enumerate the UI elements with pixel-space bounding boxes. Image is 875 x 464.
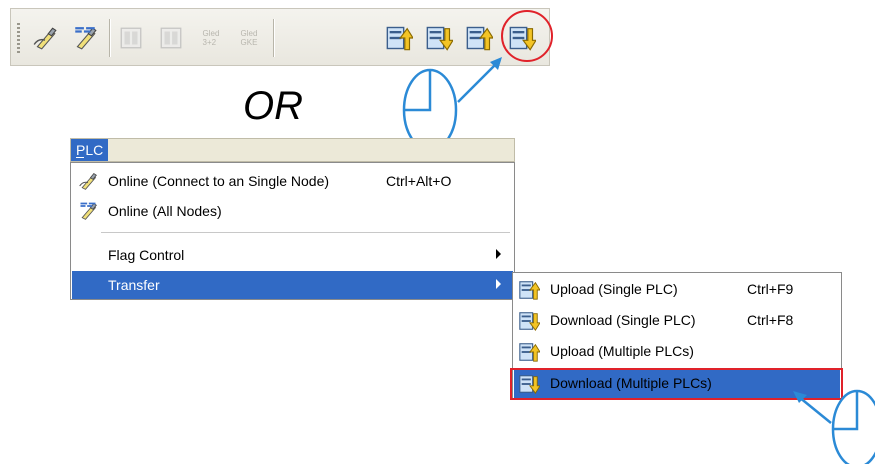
menu-item-label: Online (Connect to an Single Node) <box>108 173 330 189</box>
ghost-text: Gled <box>202 29 220 38</box>
ghost-text: Gled <box>240 29 258 38</box>
online-all-nodes-icon <box>72 25 98 51</box>
menu-item-online-all-nodes[interactable]: Online (All Nodes) <box>72 197 513 225</box>
submenu-item-label: Download (Single PLC) <box>550 312 696 328</box>
upload-single-plc-button[interactable] <box>383 22 415 54</box>
submenu-item-shortcut: Ctrl+F9 <box>747 281 794 297</box>
upload-multiple-plcs-button[interactable] <box>463 22 495 54</box>
plc-menu: Online (Connect to an Single Node) Ctrl+… <box>70 162 515 300</box>
upload-single-plc-icon <box>518 279 540 301</box>
upload-single-plc-icon <box>385 24 413 52</box>
online-all-nodes-button[interactable] <box>69 22 101 54</box>
mnemonic-underline <box>76 157 84 158</box>
ghost-text: GKE <box>240 38 258 47</box>
online-single-node-icon <box>78 171 98 191</box>
submenu-item-upload-single-plc[interactable]: Upload (Single PLC) Ctrl+F9 <box>514 275 840 304</box>
online-all-nodes-icon <box>78 201 98 221</box>
disabled-button-2 <box>155 22 187 54</box>
disabled-icon-4: Gled GKE <box>241 29 258 47</box>
menu-item-label: Transfer <box>108 277 160 293</box>
disabled-button-4: Gled GKE <box>233 22 265 54</box>
submenu-item-label: Upload (Multiple PLCs) <box>550 343 694 359</box>
menu-item-flag-control[interactable]: Flag Control <box>72 241 513 269</box>
submenu-arrow-icon <box>496 249 501 259</box>
submenu-arrow-icon <box>496 279 501 289</box>
menu-item-label: Flag Control <box>108 247 185 263</box>
upload-multiple-plcs-icon <box>465 24 493 52</box>
disabled-button-1 <box>115 22 147 54</box>
submenu-item-label: Upload (Single PLC) <box>550 281 678 297</box>
menu-item-online-single-node[interactable]: Online (Connect to an Single Node) Ctrl+… <box>72 167 513 195</box>
menu-plc-label: PLC <box>76 142 104 158</box>
menu-separator <box>101 232 510 233</box>
download-single-plc-icon <box>518 310 540 332</box>
menu-bar: PLC <box>70 138 515 162</box>
or-label: OR <box>243 84 303 128</box>
download-single-plc-button[interactable] <box>423 22 455 54</box>
download-single-plc-icon <box>425 24 453 52</box>
online-single-node-icon <box>32 25 58 51</box>
toolbar-separator <box>273 19 274 57</box>
online-single-node-button[interactable] <box>29 22 61 54</box>
toolbar-separator <box>109 19 110 57</box>
menu-item-label: Online (All Nodes) <box>108 203 222 219</box>
disabled-icon-1 <box>118 25 144 51</box>
upload-multiple-plcs-icon <box>518 341 540 363</box>
toolbar-grip[interactable] <box>17 23 20 53</box>
submenu-item-shortcut: Ctrl+F8 <box>747 312 794 328</box>
disabled-icon-3: Gled 3+2 <box>203 29 220 47</box>
mouse-click-annotation <box>793 389 875 464</box>
ghost-text: 3+2 <box>202 38 217 47</box>
submenu-item-upload-multiple-plcs[interactable]: Upload (Multiple PLCs) <box>514 337 840 366</box>
menu-item-shortcut: Ctrl+Alt+O <box>386 173 452 189</box>
submenu-item-download-single-plc[interactable]: Download (Single PLC) Ctrl+F8 <box>514 306 840 335</box>
disabled-icon-2 <box>158 25 184 51</box>
menu-item-transfer[interactable]: Transfer <box>72 271 513 299</box>
disabled-button-3: Gled 3+2 <box>195 22 227 54</box>
